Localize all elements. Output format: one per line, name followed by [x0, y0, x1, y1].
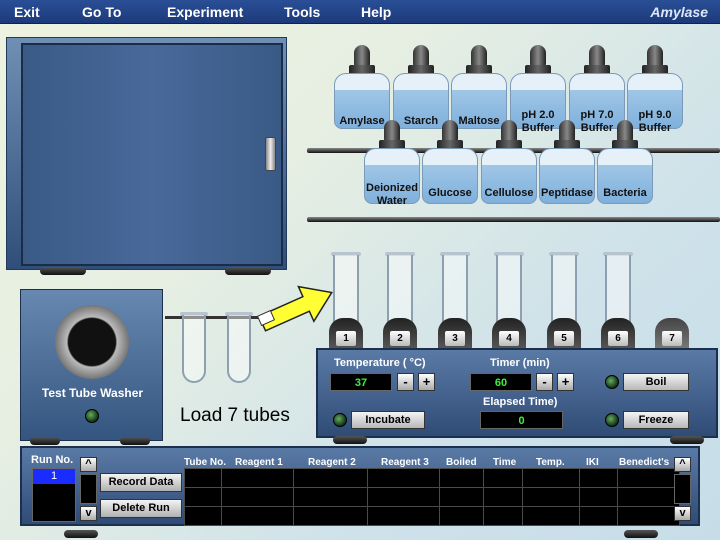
- rack-slot-number: 1: [336, 331, 356, 346]
- bottle-bacteria[interactable]: Bacteria: [597, 120, 653, 216]
- data-table-grid[interactable]: [184, 468, 680, 526]
- run-scroll-down-button[interactable]: v: [80, 506, 97, 521]
- dropper-icon: [530, 45, 546, 67]
- delete-run-button[interactable]: Delete Run: [100, 499, 182, 518]
- incubate-indicator-light: [333, 413, 347, 427]
- menu-experiment[interactable]: Experiment: [167, 4, 243, 20]
- rack-slot-number: 6: [608, 331, 628, 346]
- timer-label: Timer (min): [490, 357, 550, 369]
- washer-label: Test Tube Washer: [41, 386, 144, 400]
- timer-display: 60: [470, 373, 532, 391]
- bottle-deionized-water[interactable]: Deionized Water: [364, 120, 420, 216]
- run-scrollbar[interactable]: [80, 474, 97, 504]
- instruction-text: Load 7 tubes: [180, 405, 290, 426]
- washer-opening: [55, 305, 129, 379]
- rack-slot-number: 7: [662, 331, 682, 346]
- bottle-label: Peptidase: [541, 187, 593, 199]
- dropper-icon: [384, 120, 400, 142]
- rack-slot-number: 3: [445, 331, 465, 346]
- run-list-item[interactable]: 1: [33, 469, 75, 484]
- bottle-peptidase[interactable]: Peptidase: [539, 120, 595, 216]
- bottle-label: Bacteria: [603, 187, 647, 199]
- dropper-icon: [442, 120, 458, 142]
- dropper-icon: [471, 45, 487, 67]
- run-scroll-up-button[interactable]: ^: [80, 457, 97, 472]
- bottle-glucose[interactable]: Glucose: [422, 120, 478, 216]
- simulation-stage: Exit Go To Experiment Tools Help Amylase…: [0, 0, 720, 540]
- washer-indicator-light: [85, 409, 99, 423]
- dropper-icon: [354, 45, 370, 67]
- incubator-foot-right: [225, 267, 271, 275]
- dropper-icon: [589, 45, 605, 67]
- data-table-panel: Run No. 1 ^ v Record Data Delete Run Tub…: [20, 446, 700, 526]
- column-header: Benedict's: [619, 457, 670, 468]
- dropper-icon: [647, 45, 663, 67]
- menu-exit[interactable]: Exit: [14, 4, 40, 20]
- arrow-icon: [256, 285, 333, 332]
- temperature-decrease-button[interactable]: -: [397, 373, 414, 391]
- menu-help[interactable]: Help: [361, 4, 391, 20]
- dropper-icon: [617, 120, 633, 142]
- incubator-door[interactable]: [21, 43, 283, 266]
- temperature-display: 37: [330, 373, 392, 391]
- elapsed-time-display: 0: [480, 411, 563, 429]
- test-tube-washer[interactable]: Test Tube Washer: [20, 289, 163, 441]
- door-handle[interactable]: [265, 137, 276, 171]
- boil-indicator-light: [605, 375, 619, 389]
- freeze-indicator-light: [605, 413, 619, 427]
- timer-increase-button[interactable]: +: [557, 373, 574, 391]
- timer-decrease-button[interactable]: -: [536, 373, 553, 391]
- incubator-control-panel: Temperature ( °C) 37 - + Timer (min) 60 …: [316, 348, 718, 438]
- incubator-foot-left: [40, 267, 86, 275]
- record-data-button[interactable]: Record Data: [100, 473, 182, 492]
- incubate-button[interactable]: Incubate: [351, 411, 425, 429]
- app-title: Amylase: [650, 4, 708, 20]
- column-header: Reagent 2: [308, 457, 356, 468]
- column-header: Temp.: [536, 457, 565, 468]
- boil-button[interactable]: Boil: [623, 373, 689, 391]
- dropper-icon: [559, 120, 575, 142]
- elapsed-time-label: Elapsed Time): [483, 396, 558, 408]
- bottle-cellulose[interactable]: Cellulose: [481, 120, 537, 216]
- rack-slot-number: 4: [499, 331, 519, 346]
- supply-tube[interactable]: [182, 315, 206, 383]
- column-header: Reagent 3: [381, 457, 429, 468]
- shelf-bottom: [307, 217, 720, 222]
- bottle-label: Cellulose: [484, 187, 534, 199]
- menu-bar: Exit Go To Experiment Tools Help Amylase: [0, 0, 720, 24]
- freeze-button[interactable]: Freeze: [623, 411, 689, 429]
- column-header: IKI: [586, 457, 599, 468]
- menu-goto[interactable]: Go To: [82, 4, 121, 20]
- bottle-label: Glucose: [428, 187, 472, 199]
- run-list[interactable]: 1: [32, 468, 76, 522]
- temperature-increase-button[interactable]: +: [418, 373, 435, 391]
- column-header: Time: [493, 457, 517, 468]
- column-header: Boiled: [446, 457, 477, 468]
- table-scroll-up-button[interactable]: ^: [674, 457, 691, 472]
- table-scrollbar[interactable]: [674, 474, 691, 504]
- menu-tools[interactable]: Tools: [284, 4, 320, 20]
- temperature-label: Temperature ( °C): [334, 357, 426, 369]
- column-header: Tube No.: [184, 457, 227, 468]
- dropper-icon: [501, 120, 517, 142]
- column-header: Reagent 1: [235, 457, 283, 468]
- table-scroll-down-button[interactable]: v: [674, 506, 691, 521]
- bottle-label: Deionized Water: [366, 182, 418, 207]
- run-number-label: Run No.: [31, 454, 74, 466]
- rack-slot-number: 5: [554, 331, 574, 346]
- rack-slot-number: 2: [390, 331, 410, 346]
- supply-tube[interactable]: [227, 315, 251, 383]
- dropper-icon: [413, 45, 429, 67]
